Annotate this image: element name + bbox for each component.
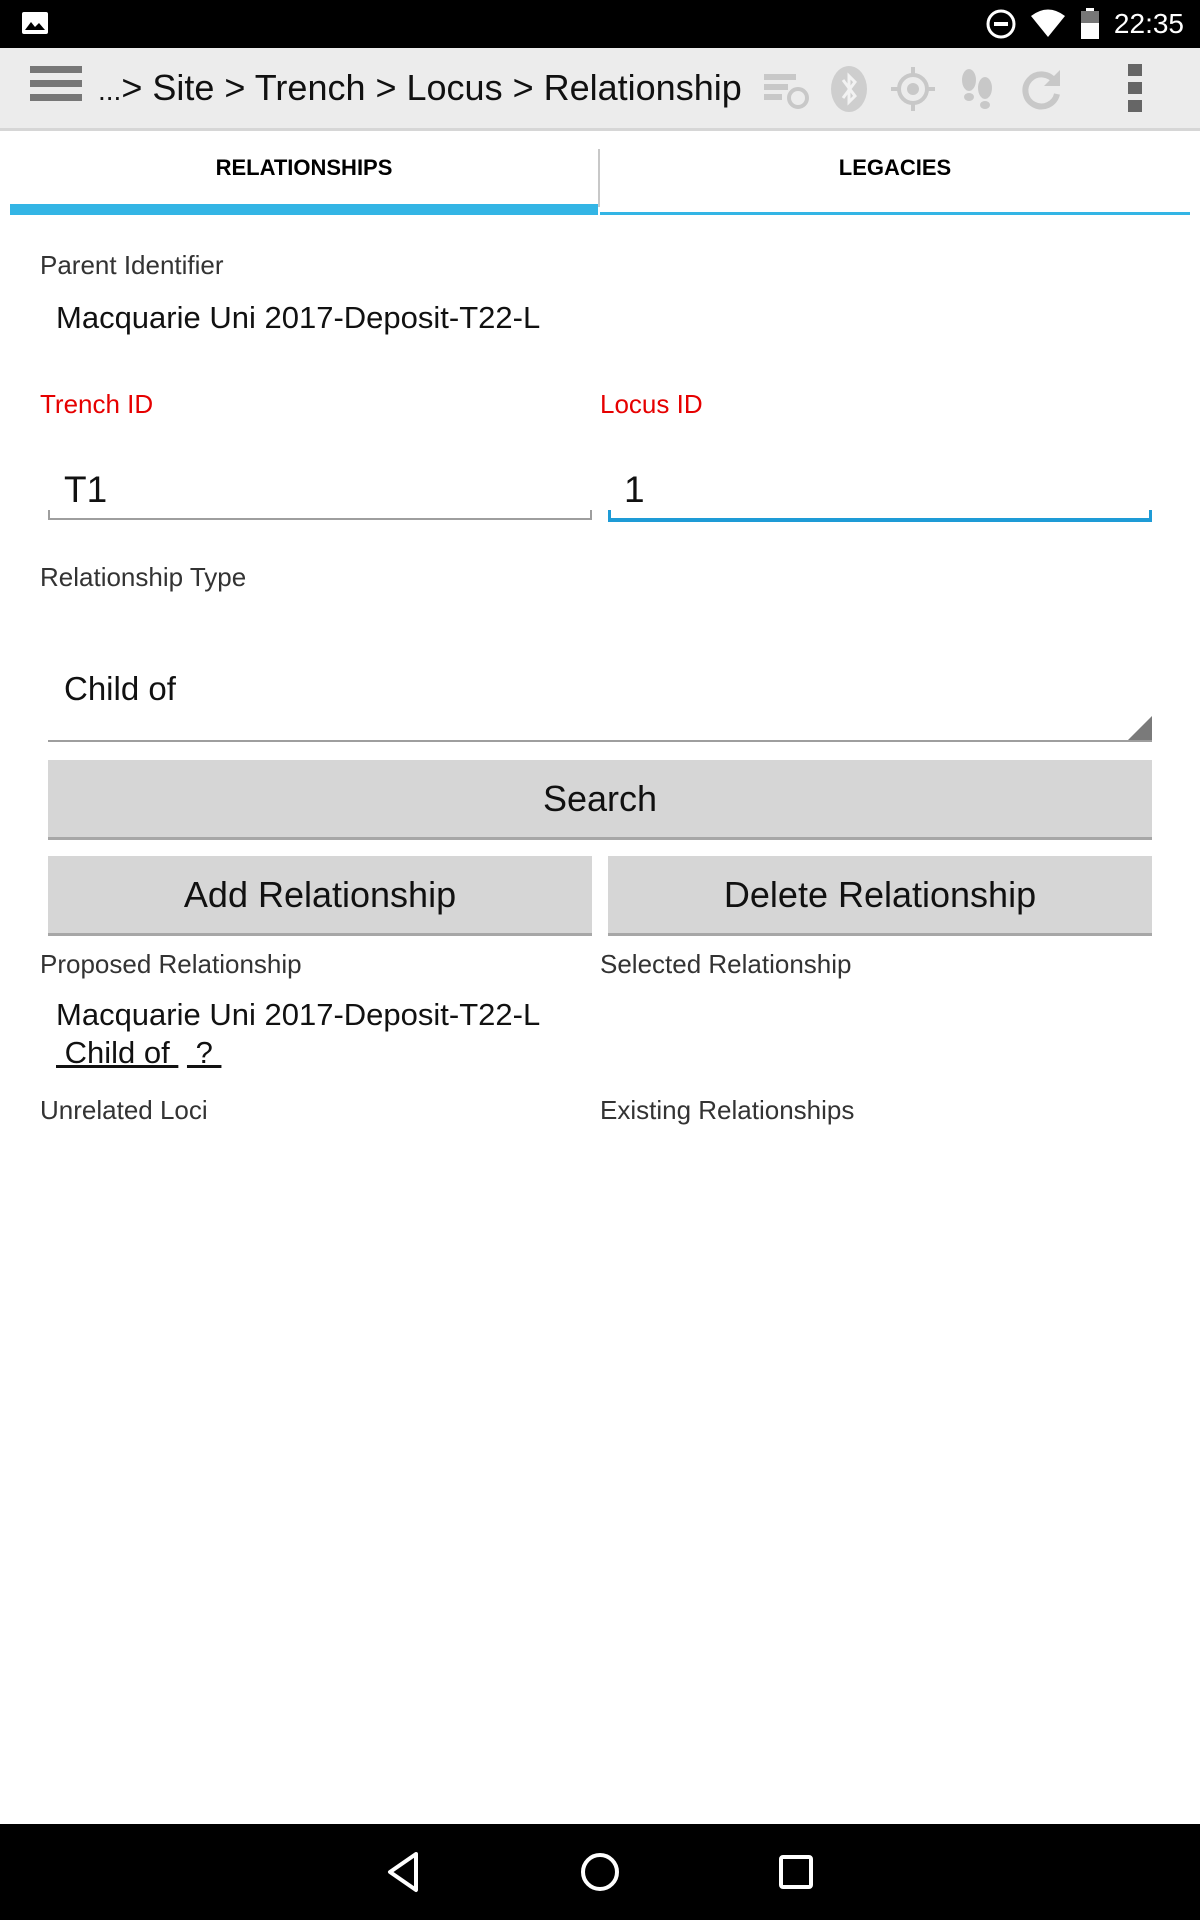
dropdown-arrow-icon (1128, 716, 1152, 740)
tab-legacies[interactable]: LEGACIES (600, 149, 1190, 217)
action-bar: ...> Site > Trench > Locus > Relationshi… (0, 48, 1200, 131)
overflow-menu-icon[interactable] (1124, 64, 1146, 116)
locus-id-underline (608, 518, 1152, 522)
relationship-type-label: Relationship Type (40, 562, 247, 592)
breadcrumb-ellipsis: ... (98, 75, 122, 106)
locus-id-input[interactable] (608, 462, 1152, 518)
battery-icon (1080, 8, 1099, 39)
tab-relationships-label: RELATIONSHIPS (215, 155, 393, 180)
proposed-relationship-line: Child of ? (56, 1034, 540, 1072)
relationship-type-spinner[interactable]: Child of (48, 640, 1152, 742)
breadcrumb: ...> Site > Trench > Locus > Relationshi… (98, 62, 742, 114)
tab-legacies-label: LEGACIES (838, 155, 952, 180)
status-bar: 22:35 (0, 0, 1200, 48)
locus-id-label: Locus ID (600, 389, 703, 419)
active-tab-indicator (10, 204, 598, 215)
relationship-type-underline (48, 740, 1152, 742)
navigation-bar (0, 1824, 1200, 1920)
relationship-type-value: Child of (64, 670, 176, 707)
bluetooth-icon[interactable] (824, 64, 874, 114)
trench-id-underline-tick-right (590, 510, 592, 520)
add-relationship-button[interactable]: Add Relationship (48, 856, 592, 936)
unrelated-loci-label: Unrelated Loci (40, 1095, 208, 1125)
trench-id-underline (48, 518, 592, 520)
trench-id-label: Trench ID (40, 389, 154, 419)
do-not-disturb-icon (986, 9, 1016, 39)
parent-identifier-label: Parent Identifier (40, 250, 224, 280)
back-icon[interactable] (380, 1848, 428, 1896)
tracking-icon[interactable] (952, 64, 1002, 114)
recents-icon[interactable] (772, 1848, 820, 1896)
parent-identifier-value: Macquarie Uni 2017-Deposit-T22-L (56, 300, 541, 335)
existing-relationships-label: Existing Relationships (600, 1095, 855, 1125)
tab-underline (600, 212, 1190, 215)
proposed-relationship-type: Child of (56, 1035, 179, 1070)
tab-bar: RELATIONSHIPS LEGACIES (10, 131, 1190, 217)
home-icon[interactable] (576, 1848, 624, 1896)
proposed-relationship-target: ? (186, 1035, 222, 1070)
clock: 22:35 (1113, 8, 1184, 39)
trench-id-underline-tick-left (48, 510, 50, 520)
locus-id-underline-tick-right (1149, 510, 1152, 520)
refresh-icon[interactable] (1016, 64, 1066, 114)
existing-relationships-list[interactable] (600, 1140, 1152, 1800)
navigation-menu-icon[interactable] (30, 66, 82, 110)
selected-relationship-label: Selected Relationship (600, 949, 852, 979)
breadcrumb-path: > Site > Trench > Locus > Relationship (121, 67, 742, 108)
unrelated-loci-list[interactable] (40, 1140, 592, 1800)
sync-status-icon[interactable] (760, 64, 810, 114)
search-button[interactable]: Search (48, 760, 1152, 840)
proposed-relationship-parent: Macquarie Uni 2017-Deposit-T22-L (56, 997, 541, 1032)
trench-id-input[interactable] (48, 462, 592, 518)
proposed-relationship-label: Proposed Relationship (40, 949, 302, 979)
gps-icon[interactable] (888, 64, 938, 114)
locus-id-underline-tick-left (608, 510, 611, 520)
proposed-relationship: Macquarie Uni 2017-Deposit-T22-L Child o… (56, 996, 540, 1072)
wifi-icon (1030, 9, 1065, 37)
image-icon (22, 12, 48, 34)
delete-relationship-button[interactable]: Delete Relationship (608, 856, 1152, 936)
